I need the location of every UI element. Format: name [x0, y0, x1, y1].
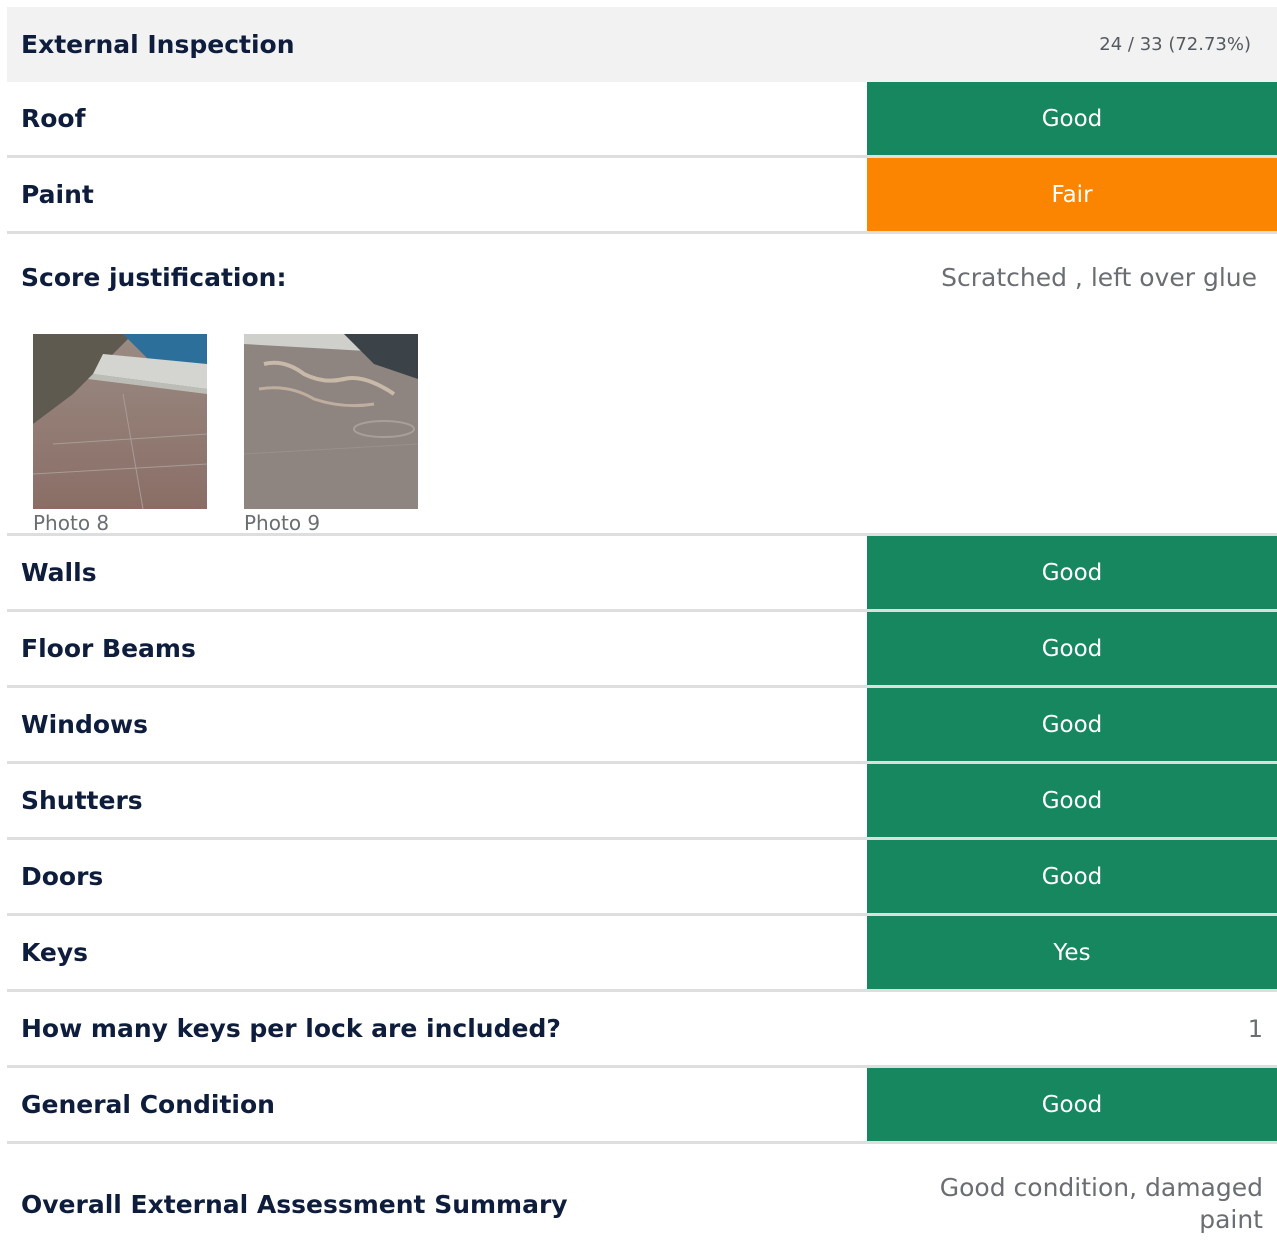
photo-item[interactable]: Photo 8 [33, 334, 207, 535]
row-label-keys: Keys [21, 938, 89, 967]
row-label-walls: Walls [21, 558, 97, 587]
row-label-roof: Roof [21, 104, 86, 133]
rating-badge-walls[interactable]: Good [867, 536, 1277, 609]
inspection-row-paint: Paint Fair [7, 158, 1277, 234]
score-justification: Score justification: Scratched , left ov… [7, 234, 1277, 536]
rating-badge-shutters[interactable]: Good [867, 764, 1277, 837]
row-label-keys-per-lock: How many keys per lock are included? [21, 1014, 561, 1043]
row-label-paint: Paint [21, 180, 94, 209]
rating-badge-floor-beams[interactable]: Good [867, 612, 1277, 685]
rating-badge-doors[interactable]: Good [867, 840, 1277, 913]
rating-badge-roof[interactable]: Good [867, 82, 1277, 155]
rating-badge-paint[interactable]: Fair [867, 158, 1277, 231]
inspection-row-walls: Walls Good [7, 536, 1277, 612]
inspection-sheet: External Inspection 24 / 33 (72.73%) Roo… [7, 7, 1277, 1244]
section-title: External Inspection [21, 30, 295, 59]
photo-caption: Photo 9 [244, 511, 321, 535]
justification-text: Scratched , left over glue [941, 262, 1257, 292]
photo-item[interactable]: Photo 9 [244, 334, 418, 535]
photo-caption: Photo 8 [33, 511, 110, 535]
inspection-row-general-condition: General Condition Good [7, 1068, 1277, 1144]
photo-thumbnail[interactable] [244, 334, 418, 509]
photo-thumbnail[interactable] [33, 334, 207, 509]
row-label-floor-beams: Floor Beams [21, 634, 196, 663]
row-label-shutters: Shutters [21, 786, 143, 815]
justification-label: Score justification: [21, 262, 287, 292]
row-label-windows: Windows [21, 710, 148, 739]
photo-gallery: Photo 8 Photo 9 [33, 334, 418, 535]
rating-badge-general-condition[interactable]: Good [867, 1068, 1277, 1141]
inspection-row-keys-per-lock: How many keys per lock are included? 1 [7, 992, 1277, 1068]
inspection-row-floor-beams: Floor Beams Good [7, 612, 1277, 688]
section-score: 24 / 33 (72.73%) [1099, 34, 1251, 55]
assessment-summary-row: Overall External Assessment Summary Good… [7, 1144, 1277, 1244]
summary-text: Good condition, damaged paint [939, 1173, 1263, 1234]
inspection-row-shutters: Shutters Good [7, 764, 1277, 840]
row-label-doors: Doors [21, 862, 104, 891]
inspection-row-windows: Windows Good [7, 688, 1277, 764]
row-label-general-condition: General Condition [21, 1090, 275, 1119]
inspection-row-keys: Keys Yes [7, 916, 1277, 992]
summary-label: Overall External Assessment Summary [21, 1189, 568, 1219]
inspection-row-doors: Doors Good [7, 840, 1277, 916]
section-header[interactable]: External Inspection 24 / 33 (72.73%) [7, 7, 1277, 82]
keys-per-lock-value: 1 [1247, 1014, 1263, 1043]
rating-badge-windows[interactable]: Good [867, 688, 1277, 761]
inspection-row-roof: Roof Good [7, 82, 1277, 158]
rating-badge-keys[interactable]: Yes [867, 916, 1277, 989]
